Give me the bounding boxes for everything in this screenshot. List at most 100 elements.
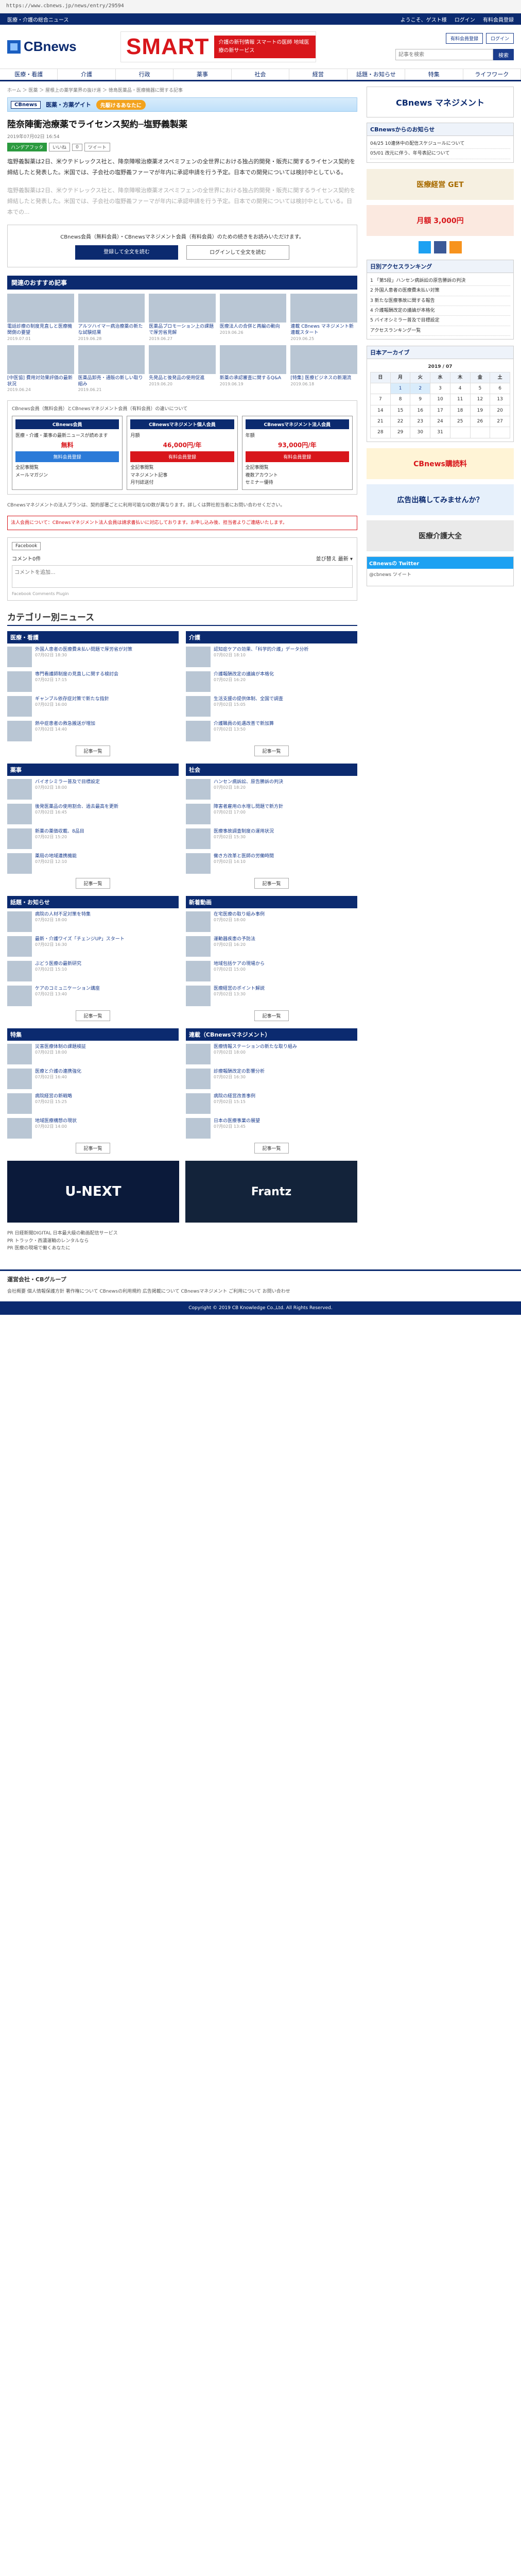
recommend-item[interactable]: 医薬品卸売・通販の新しい取り組み 2019.06.21 bbox=[78, 345, 145, 392]
news-item[interactable]: 医療情報ステーションの新たな取り組み 07月02日 18:00 bbox=[186, 1044, 357, 1065]
nav-item-admin[interactable]: 行政 bbox=[116, 69, 174, 80]
calendar-day[interactable]: 31 bbox=[430, 427, 450, 438]
calendar-day[interactable]: 10 bbox=[430, 394, 450, 405]
sidebar-ad-encyclopedia[interactable]: 医療介護大全 bbox=[367, 520, 514, 551]
calendar-day[interactable]: 27 bbox=[490, 416, 510, 428]
login-button[interactable]: ログイン bbox=[485, 33, 514, 44]
pr-link[interactable]: PR トラック・西濃運輸のレンタルなら bbox=[7, 1238, 357, 1245]
more-button[interactable]: 記事一覧 bbox=[76, 745, 110, 757]
ranking-item[interactable]: 4 介護報酬改定の議論が本格化 bbox=[370, 306, 510, 316]
sidebar-info-item[interactable]: 04/25 10連休中の配信スケジュールについて bbox=[370, 139, 510, 149]
nav-item-topics[interactable]: 話題・お知らせ bbox=[348, 69, 406, 80]
news-item[interactable]: 生活支援の提供体制、全国で調査 07月02日 15:05 bbox=[186, 696, 357, 717]
calendar-day[interactable]: 21 bbox=[370, 416, 391, 428]
smart-banner[interactable]: SMART 介護の新刊情報 スマートの医師 地域医療の新サービス bbox=[120, 31, 316, 62]
news-item[interactable]: 障害者雇用の水増し問題で新方針 07月02日 17:00 bbox=[186, 804, 357, 825]
rss-icon[interactable] bbox=[449, 241, 462, 253]
comments-sort[interactable]: 並び替え 最新 ▾ bbox=[316, 554, 353, 562]
news-item[interactable]: 専門看護師制度の見直しに関する検討会 07月02日 17:15 bbox=[7, 671, 179, 692]
calendar-day[interactable]: 25 bbox=[449, 416, 471, 428]
nav-item-features[interactable]: 特集 bbox=[405, 69, 463, 80]
calendar-day[interactable]: 18 bbox=[449, 404, 471, 417]
nav-item-pharma[interactable]: 薬事 bbox=[173, 69, 232, 80]
calendar-day[interactable]: 13 bbox=[490, 394, 510, 405]
sidebar-ad-subscription[interactable]: CBnews購読料 bbox=[367, 448, 514, 479]
more-button[interactable]: 記事一覧 bbox=[76, 1143, 110, 1154]
more-button[interactable]: 記事一覧 bbox=[76, 1010, 110, 1022]
calendar-day[interactable]: 28 bbox=[370, 427, 391, 438]
calendar-day[interactable]: 17 bbox=[430, 404, 450, 417]
recommend-item[interactable]: 医療法人の合併と再編の動向 2019.06.26 bbox=[219, 294, 287, 341]
calendar-day[interactable]: 19 bbox=[470, 404, 491, 417]
twitter-widget-body[interactable]: @cbnews ツイート bbox=[367, 569, 513, 580]
recommend-item[interactable]: 医薬品プロモーション上の課題で厚労省見解 2019.06.27 bbox=[149, 294, 216, 341]
calendar-day[interactable]: 11 bbox=[449, 394, 471, 405]
recommend-item[interactable]: 電話診療の制度見直しと医療機関側の要望 2019.07.01 bbox=[7, 294, 74, 341]
more-button[interactable]: 記事一覧 bbox=[254, 878, 289, 889]
sidebar-ad-get[interactable]: 医療経営 GET bbox=[367, 168, 514, 200]
news-item[interactable]: 新薬の薬価収載、8品目 07月02日 15:20 bbox=[7, 828, 179, 850]
register-button[interactable]: 有料会員登録 bbox=[445, 33, 483, 44]
nav-item-care[interactable]: 介護 bbox=[58, 69, 116, 80]
top-link-login[interactable]: ログイン bbox=[455, 18, 475, 23]
nav-item-society[interactable]: 社会 bbox=[232, 69, 290, 80]
news-item[interactable]: ケアのコミュニケーション講座 07月02日 13:40 bbox=[7, 986, 179, 1007]
ranking-item[interactable]: 3 新たな医療事故に関する報告 bbox=[370, 296, 510, 306]
news-item[interactable]: 働き方改革と医師の労働時間 07月02日 14:10 bbox=[186, 853, 357, 874]
news-item[interactable]: 医療経営のポイント解説 07月02日 13:30 bbox=[186, 986, 357, 1007]
sidebar-ad-monthly[interactable]: 月額 3,000円 bbox=[367, 205, 514, 236]
calendar-day[interactable]: 5 bbox=[470, 382, 491, 395]
nav-item-management[interactable]: 経営 bbox=[289, 69, 348, 80]
news-item[interactable]: 熱中症患者の救急搬送が増加 07月02日 14:40 bbox=[7, 721, 179, 742]
calendar-day[interactable]: 24 bbox=[430, 416, 450, 428]
nav-item-lifework[interactable]: ライフワーク bbox=[463, 69, 521, 80]
twitter-icon[interactable] bbox=[419, 241, 431, 253]
calendar-day[interactable]: 20 bbox=[490, 404, 510, 417]
news-item[interactable]: 介護報酬改定の議論が本格化 07月02日 16:20 bbox=[186, 671, 357, 692]
more-button[interactable]: 記事一覧 bbox=[254, 1010, 289, 1022]
ad-frantz[interactable]: Frantz bbox=[185, 1161, 357, 1223]
recommend-item[interactable]: [特集] 医療ビジネスの新潮流 2019.06.18 bbox=[290, 345, 357, 392]
news-item[interactable]: 病院経営の新戦略 07月02日 15:25 bbox=[7, 1093, 179, 1114]
search-input[interactable] bbox=[395, 49, 493, 60]
calendar-day[interactable]: 30 bbox=[410, 427, 431, 438]
news-item[interactable]: 在宅医療の取り組み事例 07月02日 18:00 bbox=[186, 911, 357, 933]
more-button[interactable]: 記事一覧 bbox=[254, 1143, 289, 1154]
calendar-day[interactable]: 16 bbox=[410, 404, 431, 417]
news-item[interactable]: 医療と介護の連携強化 07月02日 16:40 bbox=[7, 1069, 179, 1090]
calendar-day[interactable]: 7 bbox=[370, 394, 391, 405]
news-item[interactable]: 災害医療体制の課題検証 07月02日 18:00 bbox=[7, 1044, 179, 1065]
news-item[interactable]: バイオシミラー普及で目標設定 07月02日 18:00 bbox=[7, 779, 179, 800]
news-item[interactable]: 日本の医療事業の展望 07月02日 13:45 bbox=[186, 1118, 357, 1139]
calendar-day[interactable]: 4 bbox=[449, 382, 471, 395]
top-link-register[interactable]: 有料会員登録 bbox=[483, 18, 514, 23]
calendar-day[interactable]: 29 bbox=[390, 427, 411, 438]
ranking-item[interactable]: 2 外国人患者の医療費未払い対策 bbox=[370, 286, 510, 296]
news-item[interactable]: 地域医療構想の現状 07月02日 14:00 bbox=[7, 1118, 179, 1139]
site-logo[interactable]: CBnews bbox=[7, 39, 84, 55]
pr-link[interactable]: PR 医療の現場で働くあなたに bbox=[7, 1245, 357, 1252]
plan-register-button[interactable]: 有料会員登録 bbox=[130, 451, 234, 463]
facebook-button[interactable]: Facebook bbox=[12, 542, 41, 551]
news-item[interactable]: 外国人患者の医療費未払い問題で厚労省が対策 07月02日 18:30 bbox=[7, 647, 179, 668]
recommend-item[interactable]: 連載 CBnews マネジメント新連載スタート 2019.06.25 bbox=[290, 294, 357, 341]
news-item[interactable]: 後発医薬品の使用割合、過去最高を更新 07月02日 16:45 bbox=[7, 804, 179, 825]
news-item[interactable]: 医療事故調査制度の運用状況 07月02日 15:30 bbox=[186, 828, 357, 850]
breadcrumb[interactable]: ホーム ＞ 医薬 ＞ 屋根上の薬学業界の抜け道 ＞ 徳島医薬品・医療機器に関する… bbox=[7, 87, 357, 93]
pr-link[interactable]: PR 日経新聞DIGITAL 日本最大級の動画配信サービス bbox=[7, 1230, 357, 1237]
calendar-day[interactable]: 6 bbox=[490, 382, 510, 395]
news-item[interactable]: 地域包括ケアの現場から 07月02日 15:00 bbox=[186, 961, 357, 982]
calendar-day[interactable]: 26 bbox=[470, 416, 491, 428]
badge-category[interactable]: ハンデアフッタ bbox=[7, 143, 47, 151]
calendar-day[interactable]: 23 bbox=[410, 416, 431, 428]
news-item[interactable]: 薬局の地域連携機能 07月02日 12:10 bbox=[7, 853, 179, 874]
ad-unext[interactable]: U-NEXT bbox=[7, 1161, 179, 1223]
news-item[interactable]: 最新・介護ワイズ「チェンジUP」スタート 07月02日 16:30 bbox=[7, 936, 179, 957]
sidebar-banner-management[interactable]: CBnews マネジメント bbox=[367, 87, 514, 117]
recommend-item[interactable]: 先発品と後発品の使用促進 2019.06.20 bbox=[149, 345, 216, 392]
search-button[interactable]: 検索 bbox=[493, 49, 514, 60]
calendar-day[interactable]: 9 bbox=[410, 394, 431, 405]
tweet-button[interactable]: ツイート bbox=[84, 143, 110, 151]
plan-register-button[interactable]: 有料会員登録 bbox=[245, 451, 349, 463]
comment-input[interactable] bbox=[12, 565, 353, 588]
